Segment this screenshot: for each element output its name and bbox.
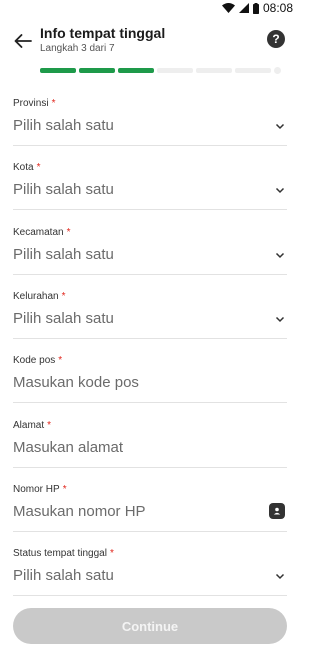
provinsi-select[interactable]: Provinsi * Pilih salah satu xyxy=(13,98,287,146)
field-label: Provinsi * xyxy=(13,98,55,109)
select-value[interactable]: Pilih salah satu xyxy=(13,567,114,584)
progress-step-3 xyxy=(118,67,154,73)
field-label: Alamat * xyxy=(13,420,51,431)
continue-button[interactable]: Continue xyxy=(13,608,287,644)
field-label-text: Nomor HP xyxy=(13,484,60,495)
select-value[interactable]: Pilih salah satu xyxy=(13,181,114,198)
field-label-text: Alamat xyxy=(13,420,45,431)
required-marker: * xyxy=(109,548,114,559)
field-label: Kode pos * xyxy=(13,355,62,366)
arrow-left-icon xyxy=(14,34,32,48)
input-placeholder[interactable]: Masukan kode pos xyxy=(13,374,139,391)
select-value[interactable]: Pilih salah satu xyxy=(13,117,114,134)
select-value[interactable]: Pilih salah satu xyxy=(13,246,114,263)
kelurahan-select[interactable]: Kelurahan * Pilih salah satu xyxy=(13,291,287,339)
field-label-text: Status tempat tinggal xyxy=(13,548,107,559)
header: Info tempat tinggal Langkah 3 dari 7 ? xyxy=(0,24,300,60)
signal-icon xyxy=(238,3,249,13)
chevron-down-icon xyxy=(275,316,285,323)
progress-step-7 xyxy=(274,66,281,74)
kode-pos-field[interactable]: Kode pos * Masukan kode pos xyxy=(13,355,287,403)
field-label: Kota * xyxy=(13,162,40,173)
step-indicator: Langkah 3 dari 7 xyxy=(40,43,115,54)
contact-book-icon[interactable] xyxy=(269,503,285,519)
chevron-down-icon xyxy=(275,187,285,194)
required-marker: * xyxy=(36,162,41,173)
field-label-text: Provinsi xyxy=(13,98,49,109)
page-title: Info tempat tinggal xyxy=(40,25,166,41)
field-label: Status tempat tinggal * xyxy=(13,548,114,559)
chevron-down-icon xyxy=(275,573,285,580)
required-marker: * xyxy=(51,98,56,109)
progress-step-5 xyxy=(196,67,232,73)
required-marker: * xyxy=(62,484,67,495)
field-label-text: Kelurahan xyxy=(13,291,59,302)
field-label: Kelurahan * xyxy=(13,291,66,302)
battery-icon xyxy=(252,2,259,14)
progress-step-1 xyxy=(40,67,76,73)
back-button[interactable] xyxy=(10,28,36,54)
alamat-field[interactable]: Alamat * Masukan alamat xyxy=(13,420,287,468)
progress-step-2 xyxy=(79,67,115,73)
nomor-hp-field[interactable]: Nomor HP * Masukan nomor HP xyxy=(13,484,287,532)
field-label-text: Kota xyxy=(13,162,34,173)
status-tempat-tinggal-select[interactable]: Status tempat tinggal * Pilih salah satu xyxy=(13,548,287,596)
wifi-icon xyxy=(221,3,235,13)
required-marker: * xyxy=(61,291,66,302)
status-bar: 08:08 xyxy=(0,0,300,16)
required-marker: * xyxy=(66,227,71,238)
status-time: 08:08 xyxy=(262,1,293,15)
required-marker: * xyxy=(47,420,52,431)
progress-step-6 xyxy=(235,67,271,73)
progress-step-4 xyxy=(157,67,193,73)
field-label: Nomor HP * xyxy=(13,484,67,495)
question-icon: ? xyxy=(272,32,280,46)
help-button[interactable]: ? xyxy=(267,30,285,48)
input-placeholder[interactable]: Masukan alamat xyxy=(13,439,123,456)
kecamatan-select[interactable]: Kecamatan * Pilih salah satu xyxy=(13,227,287,275)
chevron-down-icon xyxy=(275,252,285,259)
select-value[interactable]: Pilih salah satu xyxy=(13,310,114,327)
progress-bar xyxy=(40,66,286,74)
kota-select[interactable]: Kota * Pilih salah satu xyxy=(13,162,287,210)
field-label-text: Kode pos xyxy=(13,355,56,366)
field-label-text: Kecamatan xyxy=(13,227,64,238)
input-placeholder[interactable]: Masukan nomor HP xyxy=(13,503,146,520)
field-label: Kecamatan * xyxy=(13,227,71,238)
required-marker: * xyxy=(58,355,63,366)
chevron-down-icon xyxy=(275,123,285,130)
